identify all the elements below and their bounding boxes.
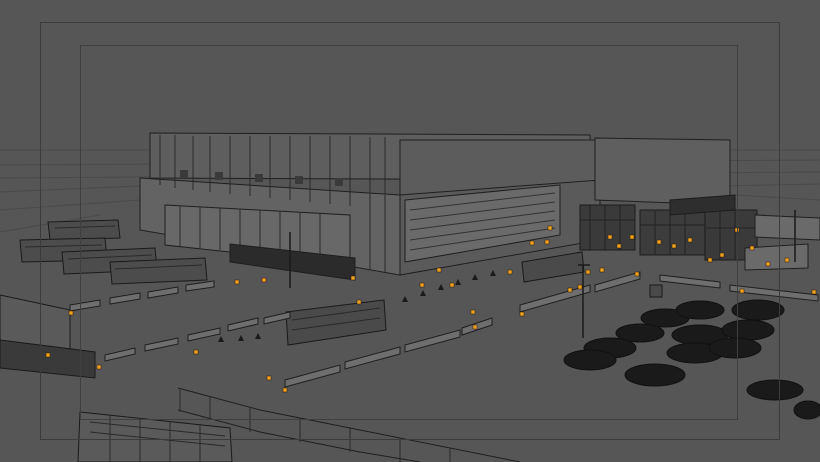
bus[interactable] (521, 251, 585, 283)
stage-truss[interactable] (579, 194, 758, 261)
car[interactable] (563, 299, 820, 420)
wireframe-scene[interactable] (0, 0, 820, 462)
3d-viewport[interactable] (0, 0, 820, 462)
stadium-building[interactable] (139, 132, 731, 281)
forklift[interactable] (649, 284, 663, 298)
bus[interactable] (77, 411, 233, 462)
bus[interactable] (285, 299, 387, 346)
